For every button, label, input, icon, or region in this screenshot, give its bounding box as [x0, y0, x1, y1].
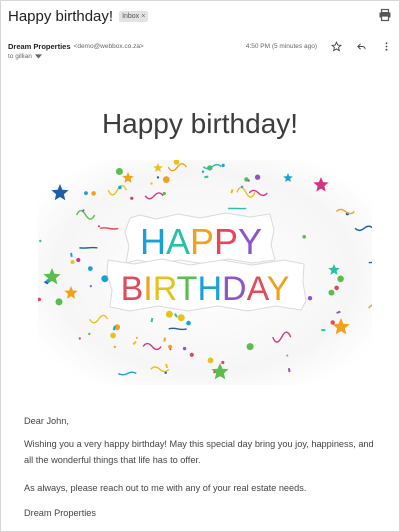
- banner-letter: A: [166, 221, 190, 262]
- confetti-dot: [240, 185, 244, 188]
- confetti-dot: [39, 239, 42, 243]
- banner-letter: P: [214, 221, 238, 262]
- confetti-dot: [89, 285, 92, 288]
- confetti-dot: [165, 310, 173, 318]
- banner-letter: D: [222, 270, 247, 308]
- greeting: Dear John,: [24, 416, 69, 426]
- confetti-dot: [337, 275, 344, 283]
- confetti-dot: [162, 176, 170, 183]
- inbox-label[interactable]: Inbox ×: [119, 10, 149, 22]
- inbox-label-text: Inbox: [122, 12, 140, 20]
- confetti-dot: [156, 176, 160, 179]
- confetti-dot: [221, 360, 225, 365]
- confetti-piece: [321, 329, 326, 332]
- subject-row: Happy birthday! Inbox ×: [8, 7, 392, 25]
- confetti-dot: [186, 320, 191, 326]
- banner-letter: H: [197, 270, 222, 308]
- confetti-dot: [302, 235, 307, 239]
- confetti-dot: [162, 191, 166, 196]
- birthday-banner-text: BIRTHDAY: [121, 270, 290, 308]
- confetti-dot: [169, 348, 172, 351]
- confetti-dot: [221, 163, 225, 167]
- banner-letter: T: [177, 270, 198, 308]
- confetti-dot: [164, 371, 167, 374]
- paragraph-reach-out: As always, please reach out to me with a…: [24, 483, 307, 493]
- more-options-icon[interactable]: [380, 40, 392, 52]
- banner-letter: I: [143, 270, 152, 308]
- birthday-card-image: HAPPY BIRTHDAY: [38, 160, 372, 385]
- confetti-dot: [286, 354, 289, 357]
- sender-row: Dream Properties <demo@webbox.co.za> 4:5…: [8, 40, 392, 52]
- streamer: [79, 246, 98, 249]
- confetti-dot: [70, 260, 75, 264]
- confetti-dot: [78, 337, 81, 340]
- confetti-dot: [189, 352, 194, 357]
- confetti-dot: [334, 285, 339, 291]
- confetti-dot: [88, 332, 91, 336]
- print-icon[interactable]: [378, 8, 392, 22]
- confetti-dot: [110, 332, 116, 339]
- confetti-dot: [87, 266, 93, 271]
- confetti-dot: [213, 371, 216, 374]
- chevron-down-icon: [34, 54, 42, 59]
- confetti-dot: [118, 185, 122, 190]
- timestamp: 4:50 PM (5 minutes ago): [245, 42, 317, 50]
- confetti-dot: [254, 174, 261, 180]
- sender-name[interactable]: Dream Properties: [8, 42, 71, 51]
- confetti-dot: [328, 289, 335, 296]
- confetti-dot: [46, 279, 50, 283]
- banner-letter: Y: [238, 221, 262, 262]
- banner-letter: R: [153, 270, 177, 308]
- confetti-dot: [135, 336, 138, 339]
- confetti-dot: [330, 320, 335, 325]
- confetti-dot: [113, 345, 117, 349]
- remove-label-icon[interactable]: ×: [141, 13, 145, 20]
- streamer: [368, 261, 372, 264]
- confetti-dot: [247, 179, 250, 182]
- confetti-dot: [307, 296, 313, 301]
- confetti-dot: [201, 170, 205, 173]
- confetti-dot: [82, 209, 85, 212]
- recipient-text: to gillian: [8, 53, 32, 60]
- confetti-dot: [207, 357, 214, 364]
- confetti-dot: [84, 191, 88, 195]
- banner-letter: H: [140, 221, 166, 262]
- confetti-dot: [55, 298, 63, 306]
- sender-email: <demo@webbox.co.za>: [73, 42, 144, 50]
- confetti-dot: [115, 168, 123, 175]
- paragraph-wishes: Wishing you a very happy birthday! May t…: [24, 439, 374, 465]
- confetti-dot: [177, 314, 185, 322]
- confetti-dot: [246, 343, 254, 351]
- banner-letter: B: [121, 270, 144, 308]
- banner-letter: P: [190, 221, 214, 262]
- confetti-dot: [182, 346, 187, 351]
- signature: Dream Properties: [24, 508, 96, 518]
- email-headline: Happy birthday!: [101, 108, 299, 139]
- banner-letter: Y: [267, 270, 290, 308]
- confetti-dot: [91, 191, 96, 196]
- confetti-dot: [76, 257, 81, 263]
- confetti-dot: [130, 196, 134, 200]
- confetti-dot: [97, 225, 101, 228]
- email-subject: Happy birthday!: [8, 7, 114, 25]
- star-icon[interactable]: [330, 40, 342, 52]
- recipients-toggle[interactable]: to gillian: [8, 53, 42, 60]
- confetti-dot: [150, 182, 153, 185]
- happy-banner-text: HAPPY: [140, 221, 262, 262]
- message-actions: 4:50 PM (5 minutes ago): [246, 40, 392, 52]
- reply-icon[interactable]: [355, 40, 367, 52]
